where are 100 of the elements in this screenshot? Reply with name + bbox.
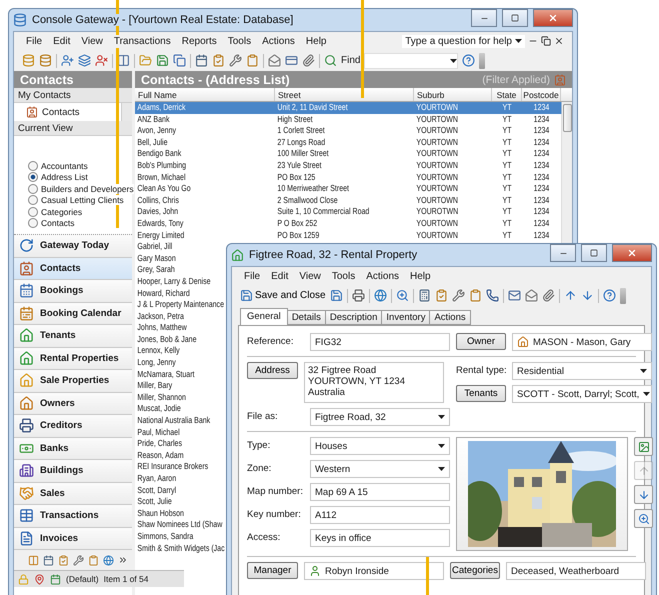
categories-button[interactable]: Categories [450,562,500,579]
envelope-icon[interactable] [508,289,521,302]
columns-icon[interactable] [28,554,39,566]
owner-button[interactable]: Owner [456,333,506,350]
view-option[interactable]: Casual Letting Clients [28,195,124,205]
envelope-icon[interactable] [524,289,538,302]
table-row[interactable]: Muscat, Jodie [135,403,184,416]
tools-icon[interactable] [229,54,242,67]
table-row[interactable]: Gabriel, Jill [135,241,175,253]
calendar-icon[interactable] [195,54,208,67]
calculator-icon[interactable] [418,289,431,302]
table-row[interactable]: Johns, Matthew [135,322,190,334]
nav-button[interactable]: Gateway Today [14,235,132,258]
table-row[interactable]: Brown, Michael PO Box 125 YOURTOWN YT 1234 [135,172,561,184]
calendar-icon[interactable] [50,574,61,584]
table-row[interactable]: Adams, Derrick Unit 2, 11 David Street YOURTOWN YT 1234 [135,102,561,114]
clipboard-icon[interactable] [212,54,225,67]
handshake-icon[interactable] [19,486,34,501]
table-row[interactable]: Collins, Chris 2 Smallwood Close YOURTOWN YT 1234 [135,194,561,206]
column-header[interactable]: Full Name [135,88,275,101]
table-row[interactable]: Miller, Shannon [135,392,188,404]
tab[interactable]: Details [286,310,326,325]
minimize-button[interactable] [550,244,576,262]
close-button[interactable] [533,9,573,27]
layers-icon[interactable] [78,54,91,67]
close-icon[interactable] [554,36,564,46]
add-image-button[interactable] [634,437,653,456]
house-icon[interactable] [19,328,34,344]
table-row[interactable]: Bob's Plumbing 23 Yule Street YOURTOWN YT 1234 [135,160,561,172]
nav-button[interactable]: Rental Properties [14,348,132,370]
down-arrow-icon[interactable] [580,289,594,302]
manager-field[interactable]: Robyn Ironside [304,562,444,580]
table-row[interactable]: Avon, Jenny 1 Corlett Street YOURTOWN YT 1234 [135,125,561,137]
table-row[interactable]: Scott, Darryl [135,484,179,496]
owner-field[interactable]: MASON - Mason, Gary [512,333,652,351]
table-row[interactable]: Paul, Michael [135,426,182,438]
nav-button[interactable]: Tenants [14,325,132,348]
table-row[interactable]: Reason, Adam [135,450,186,462]
clipboard-icon[interactable] [246,54,259,67]
restore-icon[interactable] [541,36,551,46]
nav-button[interactable]: Booking Calendar [14,302,132,325]
dropdown[interactable]: Residential [512,362,652,380]
clipboard-icon[interactable] [468,289,482,302]
refresh-icon[interactable] [19,238,34,254]
table-row[interactable]: Pride, Charles [135,438,184,450]
paperclip-icon[interactable] [542,289,555,302]
help-icon[interactable] [602,289,616,302]
table-row[interactable]: Smith & Smith Widgets (Jac [135,542,228,554]
input-field[interactable]: A112 [310,506,450,524]
nav-button[interactable]: Owners [14,392,132,415]
printer-icon[interactable] [352,289,365,302]
tab[interactable]: Inventory [381,310,430,325]
radio-button[interactable] [28,184,38,194]
input-field[interactable]: Map 69 A 15 [310,483,450,501]
table-row[interactable]: Shaun Hobson [135,508,186,520]
phone-icon[interactable] [486,289,499,302]
move-down-button[interactable] [634,485,653,504]
table-row[interactable]: Jones, Bob & Jane [135,334,199,346]
pin-icon[interactable] [34,574,45,584]
calendar-icon[interactable] [19,306,34,321]
table-row[interactable]: Lennox, Kelly [135,345,182,358]
calendar-icon[interactable] [19,283,34,298]
nav-button[interactable]: Buildings [14,460,132,482]
search-icon[interactable] [396,289,409,302]
maximize-button[interactable] [581,244,607,262]
app-icon[interactable] [13,13,27,27]
table-row[interactable]: ANZ Bank High Street YOURTOWN YT 1234 [135,114,561,126]
remove-user-icon[interactable] [95,54,108,67]
nav-button[interactable]: Banks [14,438,132,460]
tools-icon[interactable] [452,289,465,302]
database-icon[interactable] [39,54,52,67]
table-row[interactable]: Ryan, Aaron [135,473,179,485]
house-icon[interactable] [19,350,34,366]
folder-item[interactable]: Contacts [24,105,82,119]
help-icon[interactable] [462,54,476,67]
column-header[interactable]: Postcode [522,88,561,101]
table-row[interactable]: Simmons, Sandra [135,530,196,543]
view-option[interactable]: Categories [28,206,82,216]
move-up-button[interactable] [634,461,653,480]
nav-button[interactable]: Transactions [14,505,132,528]
table-row[interactable]: Davies, John Suite 1, 10 Commercial Road YOUROTWN YT 1234 [135,206,561,218]
envelope-icon[interactable] [268,54,281,67]
calendar-icon[interactable] [43,554,54,566]
table-row[interactable]: Clean As You Go 10 Merriweather Street YOURTOWN YT 1234 [135,183,561,195]
tenants-button[interactable]: Tenants [456,385,506,402]
table-row[interactable]: Scott, Julie [135,496,174,508]
save-icon[interactable] [330,289,343,302]
table-row[interactable]: Energy Limited PO Box 1259 YOURTOWN YT 1234 [135,230,561,242]
table-row[interactable]: Jackson, Petra [135,310,186,322]
dropdown[interactable]: Figtree Road, 32 [310,408,450,426]
copy-icon[interactable] [173,54,186,67]
printer-icon[interactable] [19,418,34,434]
save-and-close-button[interactable]: Save and Close [240,289,326,302]
save-icon[interactable] [156,54,169,67]
up-arrow-icon[interactable] [564,289,577,302]
search-icon[interactable] [324,54,337,67]
column-header[interactable]: Suburb [414,88,492,101]
table-row[interactable]: Grey, Sarah [135,264,178,276]
nav-button[interactable]: Bookings [14,280,132,302]
zoom-image-button[interactable] [634,509,653,528]
